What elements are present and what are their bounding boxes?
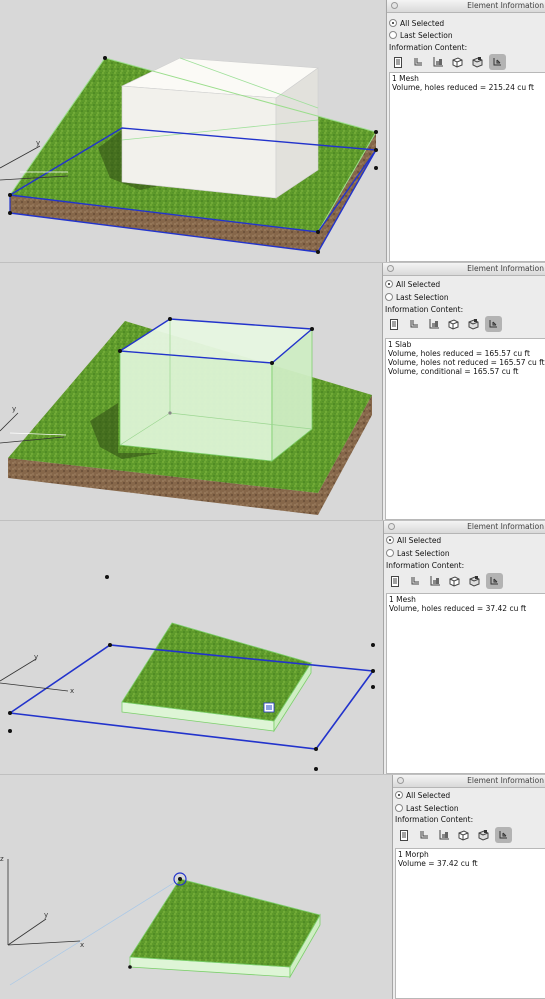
- scene-2-drawing: y: [0, 317, 372, 515]
- info-line: Volume, holes reduced = 165.57 cu ft: [388, 349, 530, 358]
- info-line: Volume, conditional = 165.57 cu ft: [388, 367, 519, 376]
- content-label: Information Content:: [389, 43, 468, 52]
- y-axis-label: y: [34, 653, 38, 661]
- option-last-selection[interactable]: Last Selection: [395, 803, 459, 814]
- bracket-icon[interactable]: [405, 316, 422, 332]
- bracket-icon[interactable]: [415, 827, 432, 843]
- content-toolbar: [385, 316, 502, 332]
- bracket-icon[interactable]: [406, 573, 423, 589]
- y-axis-label: y: [44, 911, 48, 919]
- x-axis-label: x: [80, 941, 84, 949]
- option-all-selected[interactable]: All Selected: [389, 18, 444, 29]
- option-last-selection[interactable]: Last Selection: [389, 30, 453, 41]
- panel-titlebar: Element Information: [384, 521, 545, 534]
- option-all-selected[interactable]: All Selected: [395, 790, 450, 801]
- info-content-box: 1 Slab Volume, holes reduced = 165.57 cu…: [385, 338, 545, 520]
- panel-titlebar: Element Information: [393, 775, 545, 788]
- y-axis-label: y: [36, 139, 40, 147]
- radio-icon[interactable]: [385, 280, 393, 288]
- flag-cube-icon[interactable]: [475, 827, 492, 843]
- hand-cube-icon[interactable]: [486, 573, 503, 589]
- panel-title: Element Information: [467, 1, 544, 10]
- content-label: Information Content:: [395, 815, 474, 824]
- info-panel-4: Element Information All Selected Last Se…: [392, 775, 545, 999]
- radio-icon[interactable]: [395, 804, 403, 812]
- panel-title: Element Information: [467, 522, 544, 531]
- content-toolbar: [389, 54, 506, 70]
- axis-icon[interactable]: [429, 54, 446, 70]
- info-line: 1 Mesh: [392, 74, 419, 83]
- scene-4-drawing: z y x: [0, 855, 321, 986]
- scene-row-2: y Element Information All Selected Last …: [0, 263, 545, 520]
- content-label: Information Content:: [386, 561, 465, 570]
- flag-cube-icon[interactable]: [466, 573, 483, 589]
- cube-icon[interactable]: [446, 573, 463, 589]
- radio-icon[interactable]: [395, 791, 403, 799]
- hand-cube-icon[interactable]: [495, 827, 512, 843]
- info-panel-3: Element Information All Selected Last Se…: [383, 521, 545, 774]
- hand-cube-icon[interactable]: [485, 316, 502, 332]
- document-icon[interactable]: [389, 54, 406, 70]
- axis-icon[interactable]: [426, 573, 443, 589]
- info-content-box: 1 Morph Volume = 37.42 cu ft: [395, 848, 545, 999]
- cube-icon[interactable]: [455, 827, 472, 843]
- flag-cube-icon[interactable]: [469, 54, 486, 70]
- option-all-selected[interactable]: All Selected: [386, 535, 441, 546]
- info-line: Volume, holes reduced = 215.24 cu ft: [392, 83, 534, 92]
- scene-row-1: y Element Information All Selected Last …: [0, 0, 545, 262]
- cube-icon[interactable]: [449, 54, 466, 70]
- info-line: 1 Morph: [398, 850, 429, 859]
- 3d-viewport-4[interactable]: z y x: [0, 775, 392, 999]
- scene-row-3: y x Element Information All Selected Las…: [0, 521, 545, 774]
- axis-icon[interactable]: [435, 827, 452, 843]
- radio-icon[interactable]: [389, 19, 397, 27]
- hand-cube-icon[interactable]: [489, 54, 506, 70]
- 3d-viewport-1[interactable]: y: [0, 0, 385, 262]
- bracket-icon[interactable]: [409, 54, 426, 70]
- x-axis-label: x: [70, 687, 74, 695]
- info-panel-2: Element Information All Selected Last Se…: [382, 263, 545, 520]
- radio-icon[interactable]: [386, 536, 394, 544]
- content-toolbar: [386, 573, 503, 589]
- option-last-selection[interactable]: Last Selection: [385, 292, 449, 303]
- y-axis-label: y: [12, 405, 16, 413]
- cube-icon[interactable]: [445, 316, 462, 332]
- 3d-viewport-2[interactable]: y: [0, 263, 385, 520]
- info-content-box: 1 Mesh Volume, holes reduced = 37.42 cu …: [386, 593, 545, 774]
- scene-3-drawing: y x: [0, 575, 375, 771]
- panel-title: Element Information: [467, 264, 544, 273]
- axis-icon[interactable]: [425, 316, 442, 332]
- info-content-box: 1 Mesh Volume, holes reduced = 215.24 cu…: [389, 72, 545, 262]
- radio-icon[interactable]: [386, 549, 394, 557]
- 3d-viewport-3[interactable]: y x: [0, 521, 385, 774]
- document-icon[interactable]: [385, 316, 402, 332]
- document-icon[interactable]: [386, 573, 403, 589]
- z-axis-label: z: [0, 855, 4, 863]
- radio-icon[interactable]: [385, 293, 393, 301]
- content-label: Information Content:: [385, 305, 464, 314]
- content-toolbar: [395, 827, 512, 843]
- info-line: Volume, holes reduced = 37.42 cu ft: [389, 604, 527, 613]
- info-line: 1 Mesh: [389, 595, 416, 604]
- radio-icon[interactable]: [389, 31, 397, 39]
- info-line: 1 Slab: [388, 340, 412, 349]
- document-icon[interactable]: [395, 827, 412, 843]
- option-all-selected[interactable]: All Selected: [385, 279, 440, 290]
- option-last-selection[interactable]: Last Selection: [386, 548, 450, 559]
- info-panel-1: Element Information All Selected Last Se…: [386, 0, 545, 262]
- info-line: Volume = 37.42 cu ft: [398, 859, 478, 868]
- panel-titlebar: Element Information: [383, 263, 545, 276]
- scene-1-drawing: y: [0, 56, 378, 254]
- info-line: Volume, holes not reduced = 165.57 cu ft: [388, 358, 545, 367]
- flag-cube-icon[interactable]: [465, 316, 482, 332]
- scene-row-4: z y x Element Information All Selected L…: [0, 775, 545, 999]
- panel-title: Element Information: [467, 776, 544, 785]
- panel-titlebar: Element Information: [387, 0, 545, 13]
